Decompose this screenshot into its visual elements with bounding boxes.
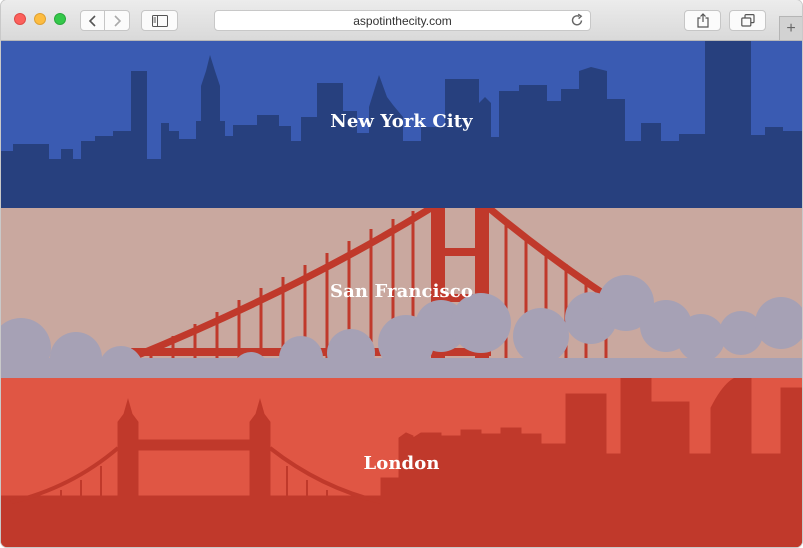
url-text: aspotinthecity.com bbox=[353, 13, 452, 28]
tabs-overview-button[interactable] bbox=[729, 10, 766, 31]
share-icon bbox=[696, 13, 709, 28]
share-button[interactable] bbox=[684, 10, 721, 31]
forward-button[interactable] bbox=[105, 10, 130, 31]
sidebar-button[interactable] bbox=[141, 10, 178, 31]
new-tab-button[interactable]: + bbox=[779, 16, 802, 40]
city-card-san-francisco[interactable]: San Francisco bbox=[1, 208, 802, 378]
sidebar-icon bbox=[151, 14, 168, 27]
forward-icon bbox=[114, 14, 122, 27]
city-card-new-york[interactable]: New York City bbox=[1, 41, 802, 208]
city-name-london: London bbox=[363, 453, 440, 474]
close-window-button[interactable] bbox=[14, 13, 26, 25]
browser-window: aspotinthecity.com + New York City San F… bbox=[1, 0, 802, 547]
address-bar[interactable]: aspotinthecity.com bbox=[214, 10, 591, 31]
page-content: New York City San Francisco London bbox=[1, 41, 802, 547]
browser-toolbar: aspotinthecity.com + bbox=[1, 0, 802, 41]
new-tab-icon: + bbox=[786, 19, 796, 37]
tabs-overview-icon bbox=[740, 14, 755, 27]
city-card-london[interactable]: London bbox=[1, 378, 802, 547]
back-icon bbox=[88, 14, 96, 27]
back-button[interactable] bbox=[80, 10, 105, 31]
reload-icon[interactable] bbox=[571, 13, 584, 27]
city-name-new-york: New York City bbox=[330, 111, 473, 132]
minimize-window-button[interactable] bbox=[34, 13, 46, 25]
zoom-window-button[interactable] bbox=[54, 13, 66, 25]
city-name-san-francisco: San Francisco bbox=[330, 281, 473, 302]
navigation-buttons bbox=[80, 10, 130, 31]
